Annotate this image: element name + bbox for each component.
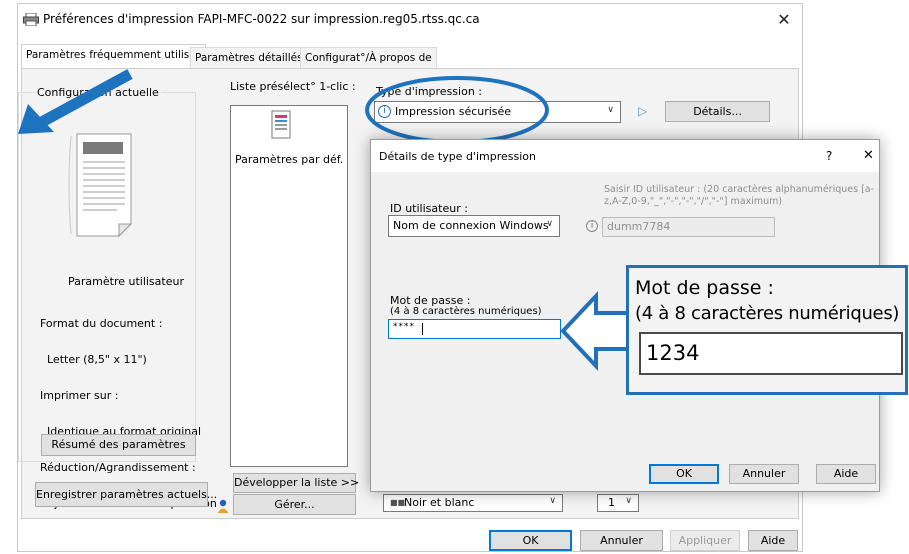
sub-cancel-button[interactable]: Annuler: [729, 464, 799, 484]
close-icon[interactable]: ✕: [770, 7, 798, 33]
expand-list-button[interactable]: Développer la liste >>: [233, 473, 359, 493]
callout-password-input: 1234: [639, 332, 903, 375]
color-mode-select[interactable]: ■■ Noir et blanc ∨: [383, 494, 563, 512]
detail-line: Letter (8,5" x 11"): [40, 353, 147, 366]
user-id-source-value: Nom de connexion Windows: [393, 219, 549, 232]
preset-list[interactable]: Paramètres par déf.: [230, 105, 348, 467]
detail-line: Format du document :: [40, 317, 163, 330]
user-setting-title: Paramètre utilisateur: [68, 275, 184, 288]
info-icon: i: [586, 220, 598, 232]
settings-summary-button[interactable]: Résumé des paramètres: [41, 434, 196, 456]
chevron-down-icon: ∨: [607, 105, 614, 115]
highlight-ellipse: [365, 76, 549, 144]
copies-value: 1: [608, 496, 615, 509]
sub-help-button[interactable]: Aide: [816, 464, 876, 484]
apply-button[interactable]: Appliquer: [670, 530, 740, 551]
callout-password-label: Mot de passe :: [635, 277, 774, 299]
tab-config-about[interactable]: Configurat°/À propos de: [300, 47, 437, 69]
detail-line: Imprimer sur :: [40, 389, 119, 402]
close-icon[interactable]: ✕: [863, 148, 874, 163]
chevron-down-icon: ∨: [546, 219, 553, 229]
password-hint: (4 à 8 caractères numériques): [390, 306, 542, 317]
callout-password-hint: (4 à 8 caractères numériques): [635, 303, 900, 324]
play-icon[interactable]: ▷: [638, 104, 647, 118]
text-caret: [422, 323, 423, 335]
sub-title-bar: Détails de type d'impression ? ✕: [371, 140, 879, 172]
color-mode-icon: ■■: [390, 498, 406, 507]
user-id-value: dumm7784: [607, 220, 671, 233]
print-type-details-button[interactable]: Détails...: [665, 101, 770, 122]
help-icon[interactable]: ?: [826, 149, 832, 163]
preset-list-title: Liste présélect° 1-clic :: [230, 80, 356, 93]
ok-button[interactable]: OK: [489, 530, 572, 551]
callout-arrow-icon: [560, 290, 632, 372]
color-mode-value: Noir et blanc: [404, 496, 475, 509]
printer-icon: [23, 13, 39, 26]
save-current-settings-button[interactable]: Enregistrer paramètres actuels...: [35, 482, 217, 507]
tab-detailed-settings[interactable]: Paramètres détaillés: [190, 47, 308, 69]
user-id-input[interactable]: dumm7784: [602, 217, 775, 237]
cancel-button[interactable]: Annuler: [580, 530, 663, 551]
user-id-label: ID utilisateur :: [390, 202, 468, 215]
document-preview-icon: [68, 133, 133, 238]
password-input[interactable]: ****: [388, 319, 561, 339]
detail-line: Réduction/Agrandissement :: [40, 461, 196, 474]
sub-ok-button[interactable]: OK: [649, 464, 719, 484]
person-icon: [217, 499, 229, 513]
chevron-down-icon: ∨: [549, 496, 556, 506]
user-id-hint: Saisir ID utilisateur : (20 caractères a…: [604, 184, 875, 207]
password-value: ****: [393, 322, 415, 332]
manage-presets-button[interactable]: Gérer...: [233, 494, 356, 515]
default-preset-item[interactable]: Paramètres par déf.: [235, 153, 343, 166]
copies-select[interactable]: 1 ∨: [597, 494, 639, 512]
callout-password-value: 1234: [646, 341, 700, 365]
window-title: Préférences d'impression FAPI-MFC-0022 s…: [43, 12, 480, 26]
sub-dialog-title: Détails de type d'impression: [379, 150, 536, 163]
title-bar: Préférences d'impression FAPI-MFC-0022 s…: [18, 4, 802, 36]
default-preset-icon: [271, 110, 291, 139]
user-id-source-select[interactable]: Nom de connexion Windows ∨: [388, 215, 560, 237]
password-zoom-callout: Mot de passe : (4 à 8 caractères numériq…: [626, 265, 908, 395]
chevron-down-icon: ∨: [625, 496, 632, 506]
help-button[interactable]: Aide: [748, 530, 798, 551]
annotation-arrow-icon: [18, 69, 133, 134]
